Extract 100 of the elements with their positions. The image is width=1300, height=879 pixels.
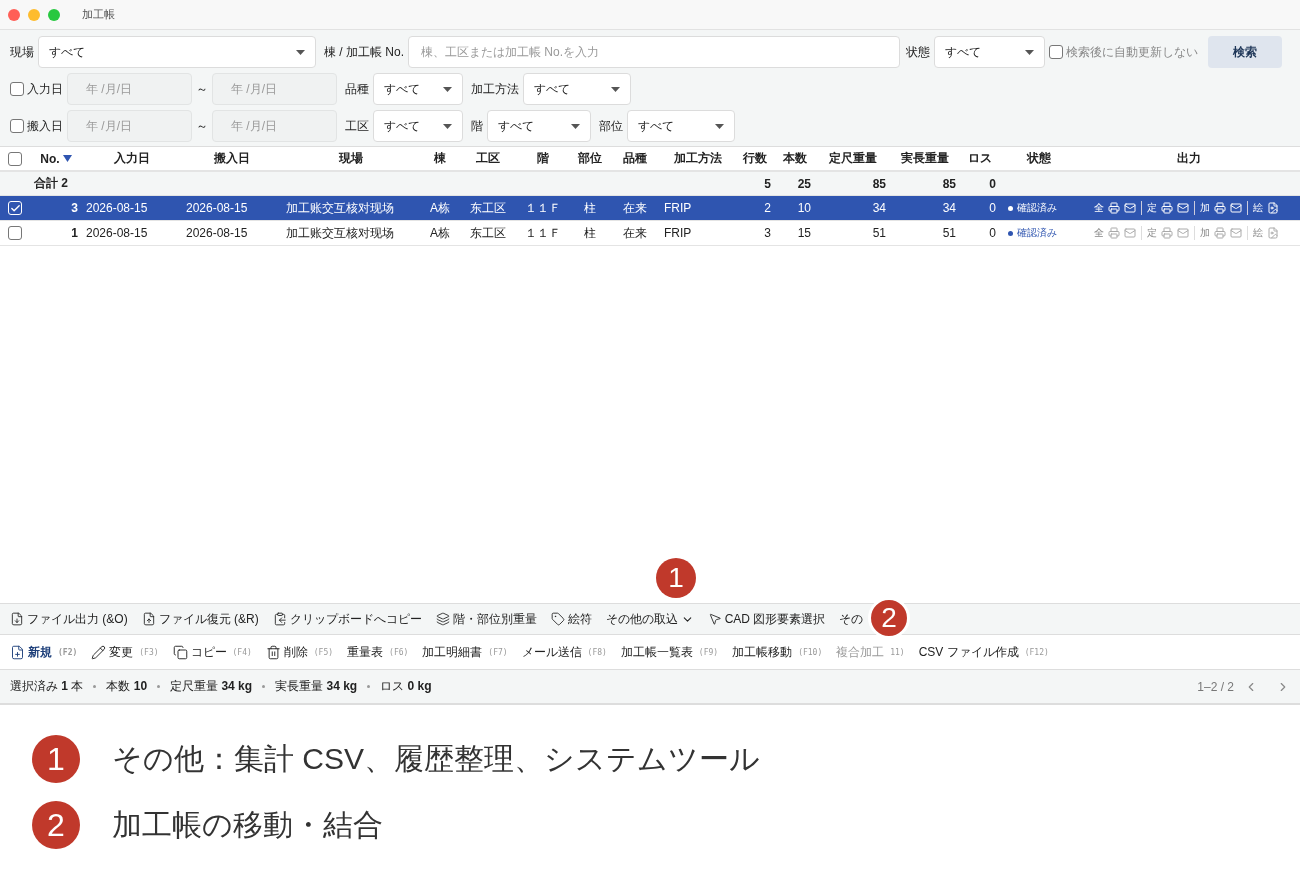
output-label: 全 bbox=[1094, 201, 1104, 215]
table-row[interactable]: 3 2026-08-15 2026-08-15 加工账交互核对现场 A栋 东工区 １１Ｆ 柱 在来 FRIP 2 10 34 34 0 確認済み 全 定 加 絵 bbox=[0, 196, 1300, 221]
column-header[interactable]: 状態 bbox=[1000, 150, 1078, 167]
column-header[interactable]: 現場 bbox=[282, 150, 420, 167]
filter-select[interactable]: すべて bbox=[627, 110, 735, 142]
table-cell-text: A栋 bbox=[429, 199, 451, 217]
toolbar-button[interactable]: CAD 図形要素選択 bbox=[707, 610, 826, 628]
search-field[interactable]: 棟、工区または加工帳 No.を入力 bbox=[408, 36, 900, 68]
column-header[interactable]: 部位 bbox=[570, 150, 610, 167]
column-header[interactable]: No. bbox=[30, 151, 82, 166]
range-separator: ～ bbox=[196, 117, 208, 135]
table-cell-text: FRIP bbox=[663, 226, 693, 240]
search-button[interactable]: 検索 bbox=[1208, 36, 1282, 68]
filter-label: 部位 bbox=[599, 117, 623, 135]
number-badge: 1 bbox=[32, 735, 80, 783]
column-header[interactable]: 棟 bbox=[420, 150, 460, 167]
table-cell-text: 25 bbox=[796, 176, 812, 191]
table-cell-text: 加工账交互核对现场 bbox=[285, 199, 395, 217]
status-text: 本数 10 bbox=[106, 678, 148, 695]
output-label: 定 bbox=[1147, 226, 1157, 240]
column-header[interactable]: 定尺重量 bbox=[815, 150, 890, 167]
table-cell-text: 东工区 bbox=[468, 199, 507, 217]
column-header[interactable]: 出力 bbox=[1078, 150, 1300, 167]
toolbar-button[interactable]: ファイル出力 (&O) bbox=[10, 610, 128, 628]
action-button[interactable]: 加工帳一覧表 (F9) bbox=[620, 643, 719, 661]
table-cell-text: １１Ｆ bbox=[523, 199, 562, 217]
table-cell-text: 0 bbox=[988, 226, 997, 240]
toolbar-button[interactable]: その bbox=[839, 610, 864, 628]
table-cell-text: FRIP bbox=[663, 201, 693, 215]
table-cell-text: 34 bbox=[941, 201, 957, 215]
column-header[interactable]: ロス bbox=[960, 150, 1000, 167]
action-button[interactable]: コピー (F4) bbox=[172, 643, 252, 661]
table-cell-text: 在来 bbox=[622, 224, 648, 242]
status-text: 定尺重量 34 kg bbox=[170, 678, 253, 695]
table-cell-text: 柱 bbox=[583, 199, 597, 217]
checkbox-label: 入力日 bbox=[27, 80, 63, 98]
toolbar-button[interactable]: クリップボードへコピー bbox=[272, 610, 422, 628]
table-cell-text: 34 bbox=[871, 201, 887, 215]
output-label: 絵 bbox=[1253, 201, 1263, 215]
table-cell-text: 柱 bbox=[583, 224, 597, 242]
table-cell-text: 5 bbox=[763, 176, 772, 191]
filter-select[interactable]: すべて bbox=[373, 110, 463, 142]
table-cell-text: 3 bbox=[70, 201, 79, 215]
filter-select[interactable]: すべて bbox=[523, 73, 631, 105]
column-header[interactable]: 行数 bbox=[735, 150, 775, 167]
action-button[interactable]: 加工帳移動 (F10) bbox=[732, 643, 823, 661]
column-header[interactable]: 階 bbox=[515, 150, 570, 167]
column-header[interactable]: 工区 bbox=[460, 150, 515, 167]
toolbar-button[interactable]: その他の取込 bbox=[605, 610, 694, 628]
action-button[interactable]: 削除 (F5) bbox=[265, 643, 334, 661]
total-label: 合計 2 bbox=[33, 175, 69, 192]
action-button[interactable]: CSV ファイル作成 (F12) bbox=[918, 643, 1049, 661]
action-button[interactable]: 新規 (F2) bbox=[10, 643, 78, 661]
table-cell-text: 2026-08-15 bbox=[85, 226, 149, 240]
toolbar-button[interactable]: ファイル復元 (&R) bbox=[141, 610, 259, 628]
output-label: 定 bbox=[1147, 201, 1157, 215]
table-cell-text: 加工账交互核对现场 bbox=[285, 224, 395, 242]
filter-label: 棟 / 加工帳 No. bbox=[324, 43, 404, 61]
table-cell-text: 85 bbox=[871, 176, 887, 191]
column-header[interactable]: 搬入日 bbox=[182, 150, 282, 167]
column-header[interactable]: 品種 bbox=[610, 150, 660, 167]
filter-select[interactable]: すべて bbox=[373, 73, 463, 105]
action-button[interactable]: 変更 (F3) bbox=[91, 643, 159, 661]
site-select[interactable]: すべて bbox=[38, 36, 316, 68]
filter-select[interactable]: すべて bbox=[487, 110, 591, 142]
annotation-text: その他：集計 CSV、履歴整理、システムツール bbox=[112, 740, 761, 777]
status-text: 選択済み 1 本 bbox=[10, 678, 84, 695]
action-button[interactable]: 加工明細書 (F7) bbox=[422, 643, 508, 661]
output-label: 加 bbox=[1200, 201, 1210, 215]
status-text: 確認済み bbox=[1017, 201, 1057, 215]
table-cell-text: 51 bbox=[941, 226, 957, 240]
table-cell-text: 0 bbox=[988, 176, 997, 191]
status-select[interactable]: すべて bbox=[934, 36, 1045, 68]
toolbar-button[interactable]: 階・部位別重量 bbox=[435, 610, 537, 628]
number-badge: 2 bbox=[32, 801, 80, 849]
column-header[interactable]: 実長重量 bbox=[890, 150, 960, 167]
toolbar-button[interactable]: 絵符 bbox=[550, 610, 592, 628]
filter-label: 現場 bbox=[10, 43, 34, 61]
filter-label: 工区 bbox=[345, 117, 369, 135]
table-cell-text: 在来 bbox=[622, 199, 648, 217]
table-cell-text: 51 bbox=[871, 226, 887, 240]
column-header[interactable]: 加工方法 bbox=[660, 150, 735, 167]
column-header[interactable]: 入力日 bbox=[82, 150, 182, 167]
table-cell-text: 85 bbox=[941, 176, 957, 191]
action-button[interactable]: メール送信 (F8) bbox=[521, 643, 607, 661]
output-label: 加 bbox=[1200, 226, 1210, 240]
table-cell-text: 15 bbox=[796, 226, 812, 240]
filter-label: 状態 bbox=[906, 43, 930, 61]
table-cell-text: 0 bbox=[988, 201, 997, 215]
checkbox-label: 検索後に自動更新しない bbox=[1066, 43, 1198, 61]
checkbox-label: 搬入日 bbox=[27, 117, 63, 135]
status-text: 確認済み bbox=[1017, 226, 1057, 240]
annotation-text: 加工帳の移動・結合 bbox=[112, 806, 383, 843]
status-text: 実長重量 34 kg bbox=[275, 678, 358, 695]
status-text: ロス 0 kg bbox=[380, 678, 432, 695]
filter-label: 品種 bbox=[345, 80, 369, 98]
table-cell-text: 2 bbox=[763, 201, 772, 215]
action-button[interactable]: 重量表 (F6) bbox=[347, 643, 409, 661]
table-cell-text: 10 bbox=[796, 201, 812, 215]
column-header[interactable]: 本数 bbox=[775, 150, 815, 167]
